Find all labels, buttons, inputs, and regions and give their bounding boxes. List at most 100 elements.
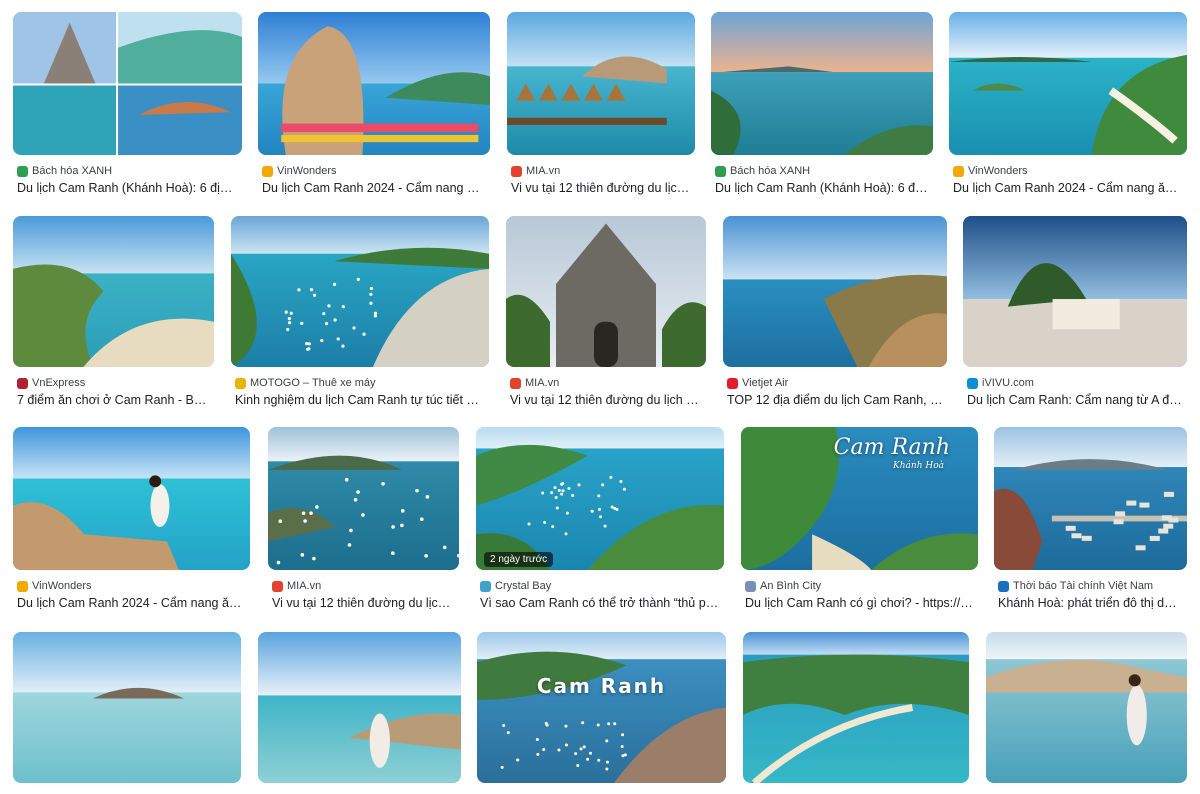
result-title[interactable]: Vì sao Cam Ranh có thể trở thành “thủ ph… (480, 596, 720, 610)
result-thumbnail[interactable] (963, 216, 1187, 367)
result-thumbnail[interactable]: Cam Ranh (477, 632, 726, 783)
result-thumbnail[interactable] (506, 216, 706, 367)
result-title[interactable]: TOP 12 địa điểm du lịch Cam Ranh, Khánh … (727, 393, 943, 407)
thumbnail-image (963, 216, 1187, 367)
thumbnail-image (723, 216, 947, 367)
source-name: Bách hóa XANH (730, 165, 810, 177)
result-thumbnail[interactable] (13, 216, 214, 367)
source-name: An Bình City (760, 580, 821, 592)
site-favicon-icon (510, 378, 521, 389)
site-favicon-icon (967, 378, 978, 389)
result-source[interactable]: VinWonders (17, 580, 92, 592)
thumbnail-image (477, 632, 726, 783)
source-name: MIA.vn (287, 580, 321, 592)
result-source[interactable]: iVIVU.com (967, 377, 1034, 389)
result-thumbnail[interactable] (13, 12, 242, 155)
age-badge: 2 ngày trước (484, 552, 553, 567)
result-thumbnail[interactable] (13, 632, 241, 783)
source-name: MIA.vn (525, 377, 559, 389)
thumbnail-image (13, 12, 242, 155)
site-favicon-icon (17, 581, 28, 592)
result-thumbnail[interactable] (743, 632, 969, 783)
thumbnail-image (949, 12, 1187, 155)
source-name: Thời báo Tài chính Việt Nam (1013, 580, 1153, 592)
site-favicon-icon (715, 166, 726, 177)
source-name: Vietjet Air (742, 377, 788, 389)
thumbnail-image (13, 216, 214, 367)
thumbnail-image (231, 216, 489, 367)
result-source[interactable]: VinWonders (953, 165, 1028, 177)
result-source[interactable]: Thời báo Tài chính Việt Nam (998, 580, 1153, 592)
site-favicon-icon (511, 166, 522, 177)
thumbnail-image (258, 12, 490, 155)
source-name: VnExpress (32, 377, 85, 389)
source-name: MOTOGO – Thuê xe máy (250, 377, 376, 389)
source-name: VinWonders (968, 165, 1028, 177)
source-name: Bách hóa XANH (32, 165, 112, 177)
thumbnail-image (476, 427, 724, 570)
result-title[interactable]: 7 điểm ăn chơi ở Cam Ranh - Báo VnExpres… (17, 393, 210, 407)
site-favicon-icon (727, 378, 738, 389)
thumbnail-image (994, 427, 1187, 570)
result-title[interactable]: Du lịch Cam Ranh (Khánh Hoà): 6 địa điểm… (715, 181, 929, 195)
site-favicon-icon (262, 166, 273, 177)
site-favicon-icon (953, 166, 964, 177)
source-name: iVIVU.com (982, 377, 1034, 389)
result-title[interactable]: Du lịch Cam Ranh: Cẩm nang từ A đến Z (967, 393, 1183, 407)
site-favicon-icon (480, 581, 491, 592)
result-thumbnail[interactable] (13, 427, 250, 570)
thumbnail-image (13, 632, 241, 783)
result-thumbnail[interactable]: 2 ngày trước (476, 427, 724, 570)
result-thumbnail[interactable] (994, 427, 1187, 570)
result-title[interactable]: Vi vu tại 12 thiên đường du lịch Cam Ran… (272, 596, 455, 610)
result-thumbnail[interactable] (258, 12, 490, 155)
result-source[interactable]: Crystal Bay (480, 580, 551, 592)
result-thumbnail[interactable] (231, 216, 489, 367)
source-name: VinWonders (277, 165, 337, 177)
site-favicon-icon (998, 581, 1009, 592)
thumbnail-image (258, 632, 461, 783)
result-source[interactable]: Vietjet Air (727, 377, 788, 389)
result-title[interactable]: Du lịch Cam Ranh 2024 - Cẩm nang ăn chơi… (262, 181, 486, 195)
thumbnail-image (743, 632, 969, 783)
thumbnail-image (507, 12, 695, 155)
result-source[interactable]: MIA.vn (510, 377, 559, 389)
result-thumbnail[interactable] (986, 632, 1187, 783)
result-source[interactable]: VinWonders (262, 165, 337, 177)
result-source[interactable]: MOTOGO – Thuê xe máy (235, 377, 376, 389)
site-favicon-icon (17, 166, 28, 177)
thumbnail-overlay-text: Cam Ranh (834, 435, 950, 460)
result-title[interactable]: Du lịch Cam Ranh 2024 - Cẩm nang ăn chơi… (953, 181, 1183, 195)
result-thumbnail[interactable] (268, 427, 459, 570)
result-source[interactable]: An Bình City (745, 580, 821, 592)
result-thumbnail[interactable]: Cam Ranh Khánh Hoà (741, 427, 978, 570)
result-thumbnail[interactable] (507, 12, 695, 155)
thumbnail-image (268, 427, 459, 570)
source-name: VinWonders (32, 580, 92, 592)
thumbnail-overlay-text: Cam Ranh (477, 674, 726, 698)
result-source[interactable]: VnExpress (17, 377, 85, 389)
thumbnail-image (506, 216, 706, 367)
thumbnail-image (711, 12, 933, 155)
thumbnail-image (986, 632, 1187, 783)
site-favicon-icon (745, 581, 756, 592)
result-title[interactable]: Du lịch Cam Ranh có gì chơi? - https://g… (745, 596, 974, 610)
result-source[interactable]: MIA.vn (511, 165, 560, 177)
result-title[interactable]: Khánh Hoà: phát triển đô thị du lịch... (998, 596, 1183, 610)
result-thumbnail[interactable] (258, 632, 461, 783)
site-favicon-icon (235, 378, 246, 389)
result-title[interactable]: Vi vu tại 12 thiên đường du lịch Cam Ran… (510, 393, 702, 407)
result-source[interactable]: Bách hóa XANH (17, 165, 112, 177)
result-thumbnail[interactable] (723, 216, 947, 367)
result-title[interactable]: Kinh nghiệm du lịch Cam Ranh tự túc tiết… (235, 393, 485, 407)
result-source[interactable]: Bách hóa XANH (715, 165, 810, 177)
site-favicon-icon (17, 378, 28, 389)
source-name: MIA.vn (526, 165, 560, 177)
result-source[interactable]: MIA.vn (272, 580, 321, 592)
result-thumbnail[interactable] (949, 12, 1187, 155)
result-title[interactable]: Du lịch Cam Ranh 2024 - Cẩm nang ăn chơi… (17, 596, 246, 610)
result-thumbnail[interactable] (711, 12, 933, 155)
result-title[interactable]: Du lịch Cam Ranh (Khánh Hoà): 6 địa điểm… (17, 181, 238, 195)
thumbnail-image (13, 427, 250, 570)
result-title[interactable]: Vi vu tại 12 thiên đường du lịch Cam Ran… (511, 181, 691, 195)
